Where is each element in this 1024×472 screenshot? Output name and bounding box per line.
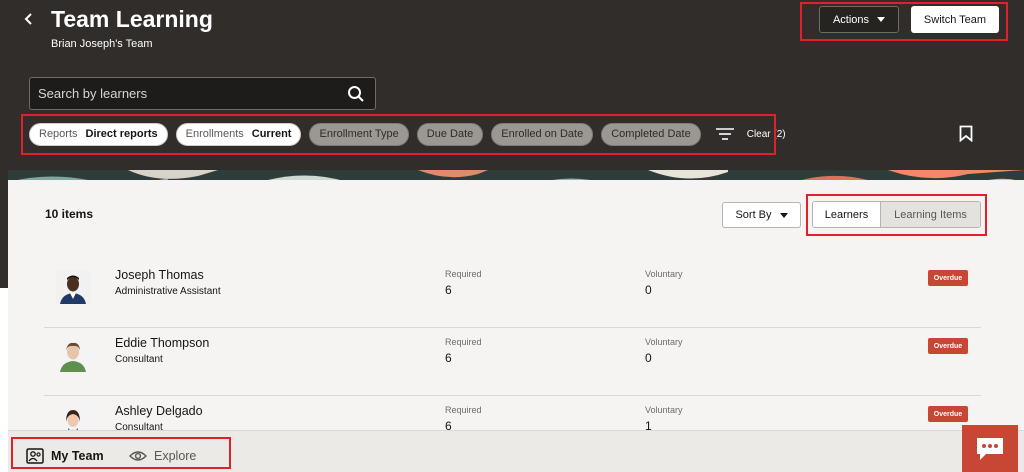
voluntary-count: 0 [645,351,652,365]
back-button[interactable] [22,6,42,34]
required-count: 6 [445,351,452,365]
required-label: Required [445,337,482,347]
learner-row[interactable]: Joseph Thomas Administrative Assistant R… [44,260,981,328]
avatar [56,338,90,372]
voluntary-count: 0 [645,283,652,297]
chat-button[interactable] [962,425,1018,472]
learner-row[interactable]: Eddie Thompson Consultant Required 6 Vol… [44,328,981,396]
highlight-box-header-actions [800,2,1008,41]
sort-by-label: Sort By [735,209,772,221]
learner-name[interactable]: Joseph Thomas [115,268,204,282]
status-badge: Overdue [928,338,968,354]
status-badge: Overdue [928,406,968,422]
left-gutter [0,288,8,472]
learner-role: Consultant [115,354,163,365]
highlight-box-bottom-nav [11,437,231,469]
voluntary-label: Voluntary [645,405,683,415]
chevron-left-icon [24,13,32,25]
highlight-box-view-toggle [806,194,987,236]
page-title: Team Learning [51,6,213,32]
voluntary-label: Voluntary [645,337,683,347]
status-badge: Overdue [928,270,968,286]
sort-by-button[interactable]: Sort By [722,202,801,228]
required-label: Required [445,269,482,279]
learner-name[interactable]: Ashley Delgado [115,404,203,418]
required-count: 6 [445,283,452,297]
highlight-box-filters [21,114,776,155]
caret-down-icon [779,212,788,218]
search-input[interactable] [38,78,338,109]
search-icon[interactable] [347,85,365,103]
items-count: 10 items [45,207,94,221]
chat-icon [977,437,1003,460]
bookmark-icon[interactable] [959,125,973,142]
learner-name[interactable]: Eddie Thompson [115,336,209,350]
page-subtitle: Brian Joseph's Team [51,38,153,50]
voluntary-label: Voluntary [645,269,683,279]
learner-role: Administrative Assistant [115,286,221,297]
required-label: Required [445,405,482,415]
search-box [29,77,376,110]
avatar [56,270,90,304]
